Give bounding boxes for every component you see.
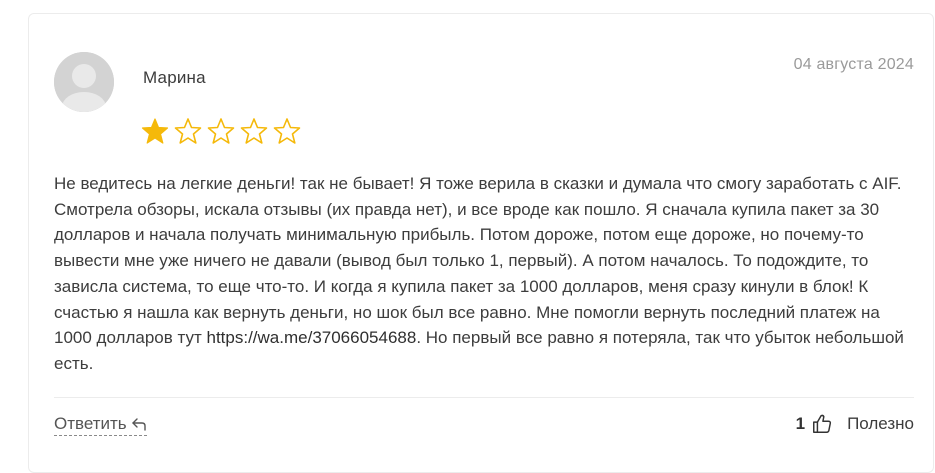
- review-text-part-1: Не ведитесь на легкие деньги! так не быв…: [54, 174, 902, 348]
- helpful-count: 1: [795, 414, 806, 433]
- star-empty-icon: [273, 118, 301, 144]
- divider: [54, 397, 914, 398]
- star-empty-icon: [240, 118, 268, 144]
- avatar: [54, 52, 114, 112]
- whatsapp-link[interactable]: https://wa.me/37066054688: [207, 328, 417, 347]
- review-date: 04 августа 2024: [793, 56, 914, 73]
- review-text: Не ведитесь на легкие деньги! так не быв…: [54, 171, 916, 377]
- star-rating: [141, 117, 301, 147]
- user-silhouette-icon: [54, 52, 114, 112]
- star-empty-icon: [207, 118, 235, 144]
- author-name: Марина: [143, 68, 206, 87]
- reply-button[interactable]: Ответить: [54, 414, 147, 436]
- helpful-button[interactable]: Полезно: [847, 414, 914, 434]
- helpful-block: 1 Полезно: [796, 413, 914, 435]
- star-empty-icon: [174, 118, 202, 144]
- reply-label: Ответить: [54, 414, 127, 433]
- reply-arrow-icon: [131, 418, 146, 431]
- star-filled-icon: [141, 118, 169, 144]
- thumbs-up-icon[interactable]: [811, 413, 833, 435]
